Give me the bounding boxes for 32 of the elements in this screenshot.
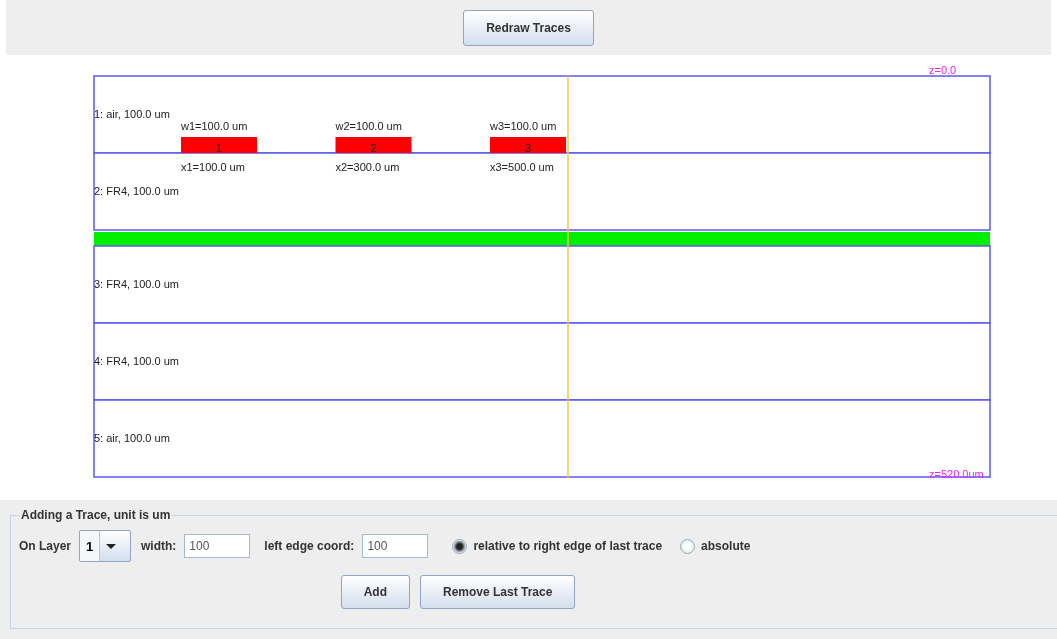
trace-number: 3 <box>524 142 532 154</box>
trace[interactable] <box>181 137 257 153</box>
trace-width-label: w2=100.0 um <box>335 120 402 132</box>
trace-position-label: x2=300.0 um <box>335 161 400 173</box>
left-edge-field[interactable]: 100 <box>362 534 429 558</box>
panel-title: Adding a Trace, unit is um <box>20 508 172 522</box>
trace[interactable] <box>335 137 412 153</box>
trace-number: 1 <box>215 142 223 154</box>
mode-radio[interactable]: absolute <box>680 538 751 554</box>
add-button[interactable]: Add <box>340 575 410 609</box>
trace-number: 2 <box>370 142 377 154</box>
trace[interactable] <box>490 137 566 153</box>
mode-radio[interactable]: relative to right edge of last trace <box>452 538 663 554</box>
layer-label: 2: FR4, 100.0 um <box>94 185 179 197</box>
trace-width-label: w1=100.0 um <box>181 120 248 132</box>
left-edge-label: left edge coord: <box>264 539 355 553</box>
layer-label: On Layer <box>19 539 72 553</box>
layer-label: 5: air, 100.0 um <box>94 432 170 444</box>
trace-width-label: w3=100.0 um <box>490 120 557 132</box>
redraw-button[interactable]: Redraw Traces <box>463 9 594 46</box>
layer-label: 1: air, 100.0 um <box>94 108 170 120</box>
remove-button[interactable]: Remove Last Trace <box>419 575 576 609</box>
trace-position-label: x1=100.0 um <box>181 161 245 173</box>
top-z-label: z=0.0 <box>929 64 957 76</box>
bottom-z-label: z=520.0um <box>929 468 984 480</box>
width-field[interactable]: 100 <box>184 534 251 558</box>
width-label: width: <box>141 539 177 553</box>
layer-label: 3: FR4, 100.0 um <box>94 278 179 290</box>
layer-dropdown[interactable]: 1 <box>79 530 132 562</box>
trace-position-label: x3=500.0 um <box>490 161 554 173</box>
layer-label: 4: FR4, 100.0 um <box>94 355 179 367</box>
caret-icon <box>106 543 117 549</box>
